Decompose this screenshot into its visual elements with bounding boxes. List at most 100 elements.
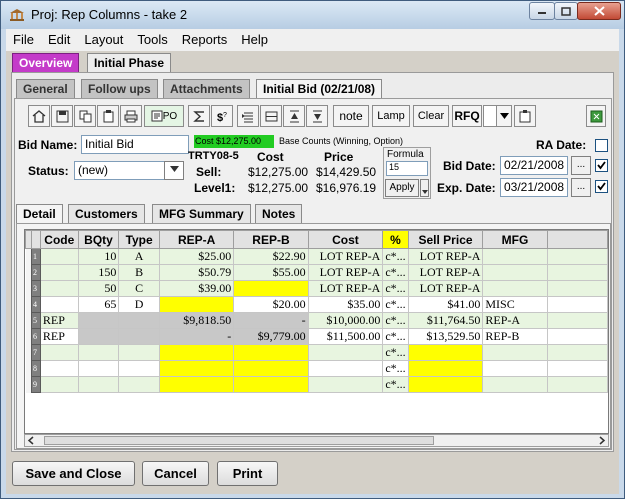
status-select[interactable]: (new) [74,161,166,180]
scroll-thumb[interactable] [44,436,434,445]
cell-bqty[interactable] [77,312,120,329]
cell-code[interactable] [39,264,79,281]
tab-attachments[interactable]: Attachments [163,79,250,98]
close-button[interactable] [577,2,621,20]
menu-tools[interactable]: Tools [130,29,174,47]
cell-code[interactable]: REP [39,312,79,329]
tab-notes[interactable]: Notes [255,204,303,223]
apply-dropdown-button[interactable] [420,179,429,197]
cell-extra[interactable] [546,312,608,329]
header-sell-price[interactable]: Sell Price [407,230,484,249]
cell-sell-price[interactable]: LOT REP-A [407,280,484,297]
cell-cost[interactable] [307,344,384,361]
cell-code[interactable] [39,248,79,265]
header-code[interactable]: Code [39,230,79,249]
cell-mfg[interactable] [482,280,548,297]
cell-extra[interactable] [546,296,608,313]
cell-rep-b[interactable] [233,344,309,361]
cell-mfg[interactable] [482,264,548,281]
cell-percent[interactable]: c*... [382,312,409,329]
cell-rep-a[interactable]: $9,818.50 [158,312,235,329]
cell-bqty[interactable] [77,376,120,393]
header-type[interactable]: Type [118,230,160,249]
cell-rep-a[interactable]: $39.00 [158,280,235,297]
cell-rep-a[interactable] [158,376,235,393]
cell-sell-price[interactable] [407,376,484,393]
table-row[interactable]: 3 50 C $39.00 LOT REP-A c*... LOT REP-A [25,280,608,297]
tab-mfg-summary[interactable]: MFG Summary [152,204,251,223]
cell-percent[interactable]: c*... [382,264,409,281]
delete-row-icon-button[interactable] [260,105,282,127]
cell-type[interactable] [118,376,160,393]
dropdown-blank[interactable] [483,105,497,127]
cancel-button[interactable]: Cancel [142,461,209,486]
row-number[interactable]: 2 [30,264,41,281]
exp-date-input[interactable]: 03/21/2008 [500,178,568,197]
cell-bqty[interactable] [77,360,120,377]
cell-mfg[interactable] [482,248,548,265]
header-mfg[interactable]: MFG [482,230,548,249]
exp-date-picker-button[interactable]: ... [571,178,591,197]
row-number[interactable]: 1 [30,248,41,265]
cell-cost[interactable]: $11,500.00 [307,328,384,345]
table-row[interactable]: 4 65 D $20.00 $35.00 c*... $41.00 MISC [25,296,608,313]
cell-rep-a[interactable]: - [158,328,235,345]
cell-extra[interactable] [546,280,608,297]
ra-date-checkbox[interactable] [595,139,608,152]
cell-bqty[interactable]: 10 [77,248,120,265]
cell-bqty[interactable]: 150 [77,264,120,281]
cell-rep-a[interactable]: $50.79 [158,264,235,281]
cell-code[interactable] [39,344,79,361]
cell-rep-b[interactable] [233,280,309,297]
cell-rep-b[interactable] [233,360,309,377]
tab-detail[interactable]: Detail [16,204,63,223]
row-number[interactable]: 8 [30,360,41,377]
row-number[interactable]: 4 [30,296,41,313]
cell-rep-a[interactable]: $25.00 [158,248,235,265]
bid-date-picker-button[interactable]: ... [571,156,591,175]
cell-extra[interactable] [546,264,608,281]
insert-row-icon-button[interactable] [237,105,259,127]
cell-mfg[interactable]: REP-B [482,328,548,345]
horizontal-scrollbar[interactable] [24,434,609,447]
cell-bqty[interactable]: 65 [77,296,120,313]
cell-bqty[interactable] [77,328,120,345]
cell-percent[interactable]: c*... [382,248,409,265]
copy-icon-button[interactable] [74,105,96,127]
header-cost[interactable]: Cost [307,230,384,249]
cell-percent[interactable]: c*... [382,328,409,345]
print-icon-button[interactable] [120,105,142,127]
cell-mfg[interactable] [482,376,548,393]
tab-initial-phase[interactable]: Initial Phase [87,53,172,72]
cell-sell-price[interactable]: $11,764.50 [407,312,484,329]
cell-cost[interactable]: LOT REP-A [307,280,384,297]
cell-type[interactable]: B [118,264,160,281]
cell-bqty[interactable] [77,344,120,361]
cell-percent[interactable]: c*... [382,296,409,313]
po-button[interactable]: PO [144,105,184,127]
bid-date-checkbox[interactable] [595,159,608,172]
save-and-close-button[interactable]: Save and Close [12,461,135,486]
cell-mfg[interactable] [482,360,548,377]
cell-mfg[interactable]: MISC [482,296,548,313]
cell-percent[interactable]: c*... [382,344,409,361]
cell-rep-a[interactable] [158,296,235,313]
row-number[interactable]: 3 [30,280,41,297]
cell-extra[interactable] [546,376,608,393]
menu-help[interactable]: Help [234,29,275,47]
header-rep-b[interactable]: REP-B [233,230,309,249]
cell-cost[interactable]: LOT REP-A [307,248,384,265]
cell-extra[interactable] [546,248,608,265]
sum-icon-button[interactable] [188,105,210,127]
maximize-button[interactable] [554,2,578,20]
table-row[interactable]: 7 c*... [25,344,608,361]
clear-button[interactable]: Clear [413,105,449,127]
cell-extra[interactable] [546,360,608,377]
table-row[interactable]: 6 REP - $9,779.00 $11,500.00 c*... $13,529.50 R… [25,328,608,345]
menu-layout[interactable]: Layout [77,29,130,47]
note-button[interactable]: note [333,105,369,127]
row-number[interactable]: 7 [30,344,41,361]
scroll-left-icon[interactable] [26,435,36,446]
scroll-right-icon[interactable] [597,435,607,446]
table-row[interactable]: 1 10 A $25.00 $22.90 LOT REP-A c*... LOT REP-A [25,248,608,265]
